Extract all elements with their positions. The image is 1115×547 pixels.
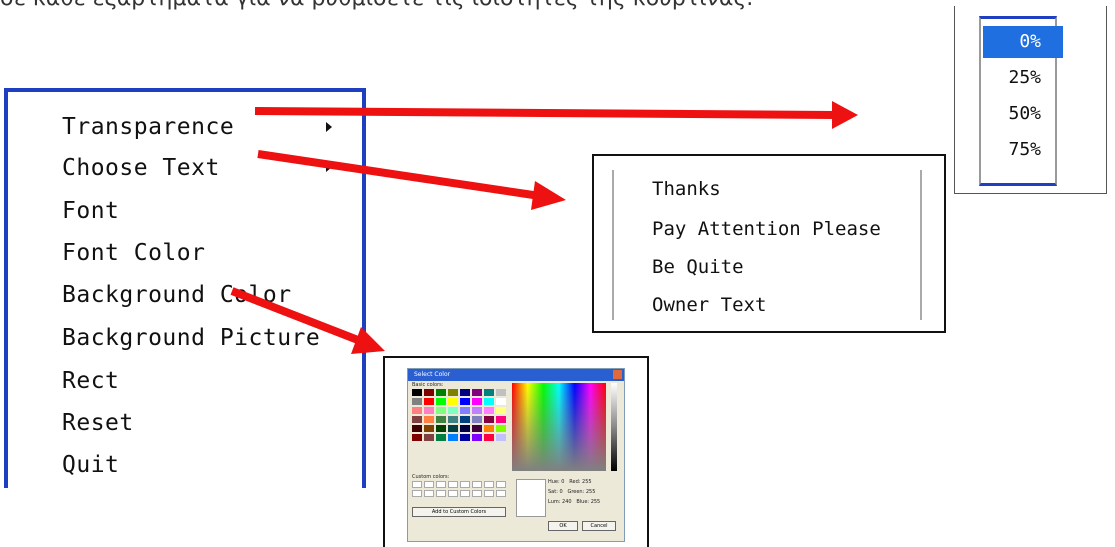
annotation-arrows — [230, 101, 858, 354]
arrow-choose-text — [257, 150, 566, 210]
arrow-background-color — [230, 287, 385, 354]
arrow-transparence — [254, 101, 858, 129]
